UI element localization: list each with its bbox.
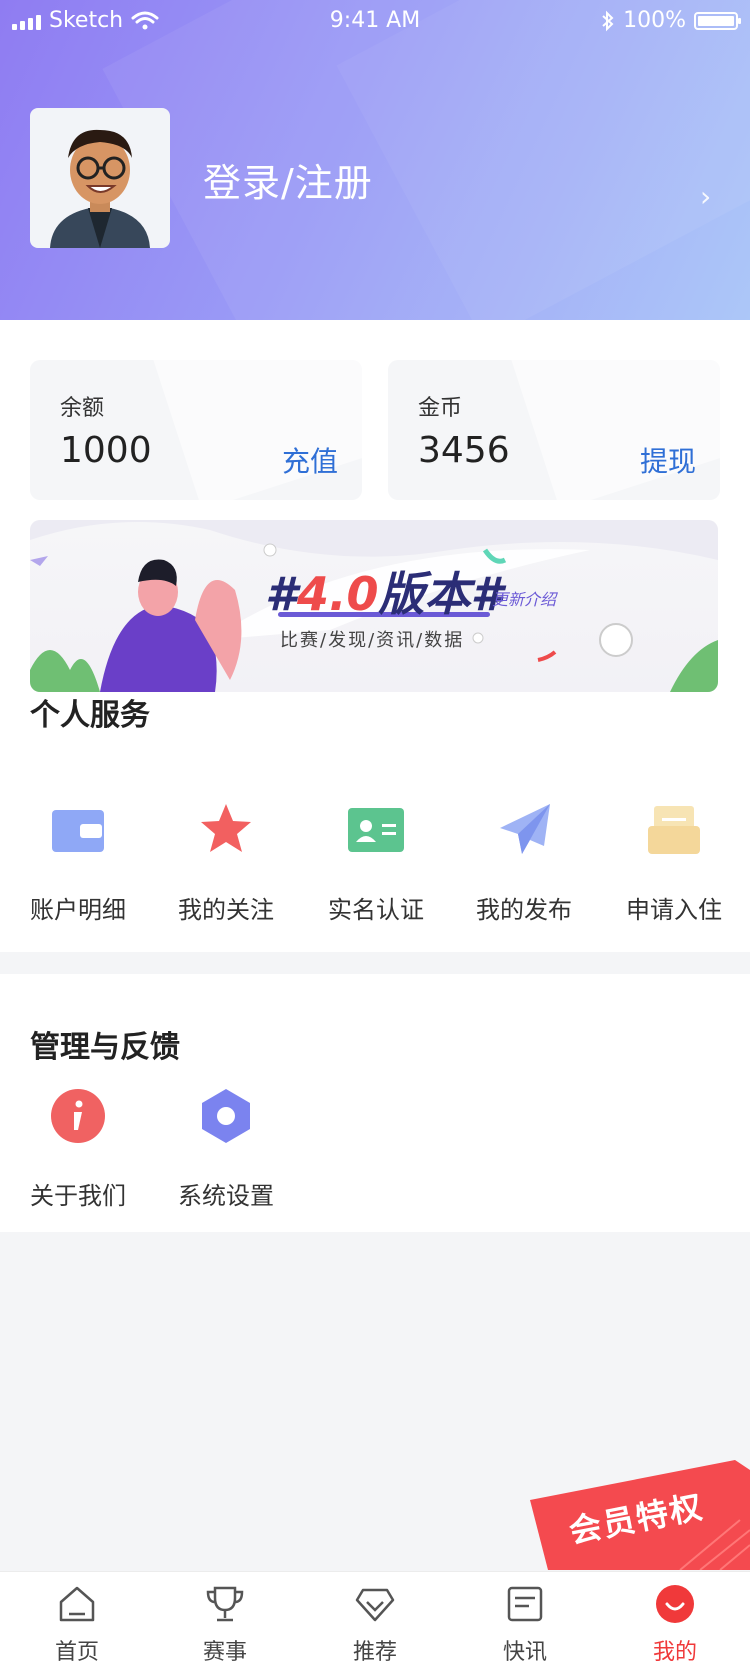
balance-label: 余额 [60,396,105,421]
banner-title: #4.0版本# [265,567,503,621]
menu-about-us[interactable]: 关于我们 [18,1086,138,1211]
banner-tags: 比赛/发现/资讯/数据 [280,630,465,651]
tab-recommend[interactable]: 推荐 [325,1582,425,1666]
home-icon [59,1586,95,1622]
vip-privilege-button[interactable]: 会员特权 [530,1460,750,1571]
avatar[interactable] [30,108,170,248]
service-label: 实名认证 [328,896,424,924]
paper-plane-icon [500,804,550,854]
coin-label: 金币 [418,396,463,421]
balance-card[interactable]: 余额 1000 充值 [30,360,362,500]
trophy-icon [206,1586,244,1622]
balance-value: 1000 [60,430,152,471]
chevron-right-icon[interactable]: › [700,180,711,213]
settings-hexagon-icon [202,1089,250,1143]
battery-percent: 100% [623,8,686,33]
tab-mine[interactable]: 我的 [625,1582,725,1666]
withdraw-button[interactable]: 提现 [640,440,696,480]
banner-subtitle: 更新介绍 [492,590,557,609]
service-my-follows[interactable]: 我的关注 [166,800,286,925]
menu-label: 关于我们 [30,1182,126,1210]
coin-value: 3456 [418,430,510,471]
avatar-illustration [50,129,150,248]
service-label: 我的发布 [476,896,572,924]
battery-icon [694,11,741,30]
coin-card[interactable]: 金币 3456 提现 [388,360,720,500]
service-label: 账户明细 [30,896,126,924]
status-bar: Sketch 9:41 AM 100% [0,0,750,40]
service-apply-residence[interactable]: 申请入住 [614,800,734,925]
profile-smile-icon [656,1585,694,1623]
news-icon [507,1586,543,1622]
version-banner[interactable]: #4.0版本# 更新介绍 比赛/发现/资讯/数据 [30,520,718,692]
menu-label: 系统设置 [178,1182,274,1210]
tab-label: 首页 [54,1640,99,1665]
info-icon [51,1089,105,1143]
status-right: 100% [601,8,741,33]
bottom-tab-bar: 首页 赛事 推荐 快讯 我的 [0,1571,750,1669]
diamond-icon [355,1588,395,1622]
tab-label: 快讯 [502,1640,547,1665]
tab-label: 推荐 [352,1640,397,1665]
star-icon [201,804,251,852]
login-register-link[interactable]: 登录/注册 [203,152,373,207]
management-title: 管理与反馈 [30,1030,180,1065]
wallet-icon [52,810,104,852]
tab-home[interactable]: 首页 [27,1582,127,1666]
service-label: 我的关注 [178,896,274,924]
service-account-details[interactable]: 账户明细 [18,800,138,925]
id-card-icon [348,808,404,852]
menu-system-settings[interactable]: 系统设置 [166,1086,286,1211]
tab-news[interactable]: 快讯 [475,1582,575,1666]
tab-label: 我的 [652,1640,697,1665]
section-divider [0,954,750,974]
service-label: 申请入住 [626,896,722,924]
tab-label: 赛事 [202,1640,247,1665]
service-my-posts[interactable]: 我的发布 [464,800,584,925]
inbox-icon [648,806,700,854]
recharge-button[interactable]: 充值 [282,440,338,480]
personal-services-title: 个人服务 [30,698,150,733]
bluetooth-icon [602,10,614,31]
service-real-name-verification[interactable]: 实名认证 [316,800,436,925]
tab-matches[interactable]: 赛事 [175,1582,275,1666]
